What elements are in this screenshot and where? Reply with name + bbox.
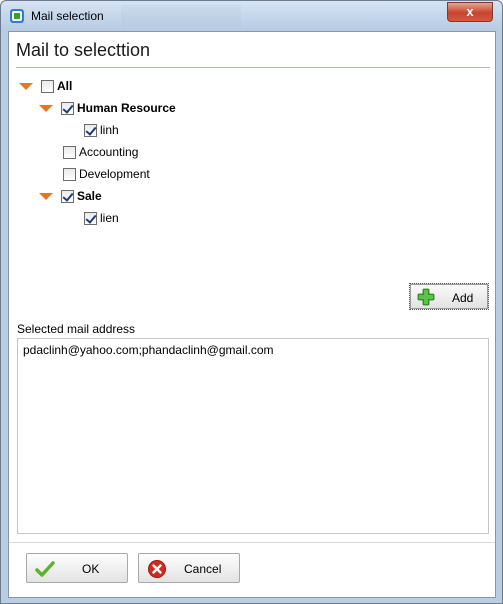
selected-mail-textarea[interactable]: pdaclinh@yahoo.com;phandaclinh@gmail.com: [17, 338, 489, 534]
lien-checkbox[interactable]: [84, 211, 97, 225]
tree-item-label: linh: [100, 123, 119, 137]
human-resource-checkbox[interactable]: [61, 101, 74, 115]
tree-item-label: Accounting: [79, 145, 139, 159]
tree-item-human-resource[interactable]: Human Resource: [39, 99, 176, 117]
tree-item-sale[interactable]: Sale: [39, 187, 102, 205]
close-button[interactable]: x: [447, 2, 493, 22]
title-bar[interactable]: Mail selection x: [1, 1, 502, 31]
tree-item-accounting[interactable]: Accounting: [63, 143, 138, 161]
checkmark-icon: [35, 561, 55, 577]
add-button-label: Add: [452, 291, 474, 305]
selected-mail-label: Selected mail address: [17, 322, 136, 336]
page-title: Mail to selecttion: [16, 40, 151, 60]
add-button[interactable]: Add: [409, 283, 489, 310]
ok-button-label: OK: [82, 562, 100, 576]
tree-item-label: Sale: [77, 189, 102, 203]
tree-item-all[interactable]: All: [19, 77, 72, 95]
accounting-checkbox[interactable]: [63, 145, 76, 159]
sale-checkbox[interactable]: [61, 189, 74, 203]
background-window-ghost: [121, 5, 241, 27]
cancel-icon: [148, 560, 166, 578]
tree-item-lien[interactable]: lien: [84, 209, 119, 227]
all-checkbox[interactable]: [41, 79, 54, 93]
linh-checkbox[interactable]: [84, 123, 97, 137]
app-icon: [10, 9, 24, 23]
plus-icon: [417, 288, 435, 306]
cancel-button-label: Cancel: [184, 562, 222, 576]
ok-button[interactable]: OK: [26, 553, 128, 583]
tree-item-label: Human Resource: [77, 101, 176, 115]
tree-item-label: lien: [100, 211, 119, 225]
window-title: Mail selection: [31, 9, 104, 23]
expand-caret-icon[interactable]: [39, 104, 53, 112]
tree-item-linh[interactable]: linh: [84, 121, 119, 139]
development-checkbox[interactable]: [63, 167, 76, 181]
dialog-body: Mail to selecttion All Human Resource li…: [8, 31, 496, 598]
tree-item-label: All: [57, 79, 73, 93]
tree-item-development[interactable]: Development: [63, 165, 150, 183]
footer-divider: [9, 542, 495, 543]
tree-item-label: Development: [79, 167, 150, 181]
expand-caret-icon[interactable]: [39, 192, 53, 200]
mail-selection-window: Mail selection x Mail to selecttion All …: [0, 0, 503, 604]
expand-caret-icon[interactable]: [19, 82, 33, 90]
cancel-button[interactable]: Cancel: [138, 553, 240, 583]
heading-divider: [16, 67, 490, 68]
close-icon: x: [466, 4, 474, 19]
